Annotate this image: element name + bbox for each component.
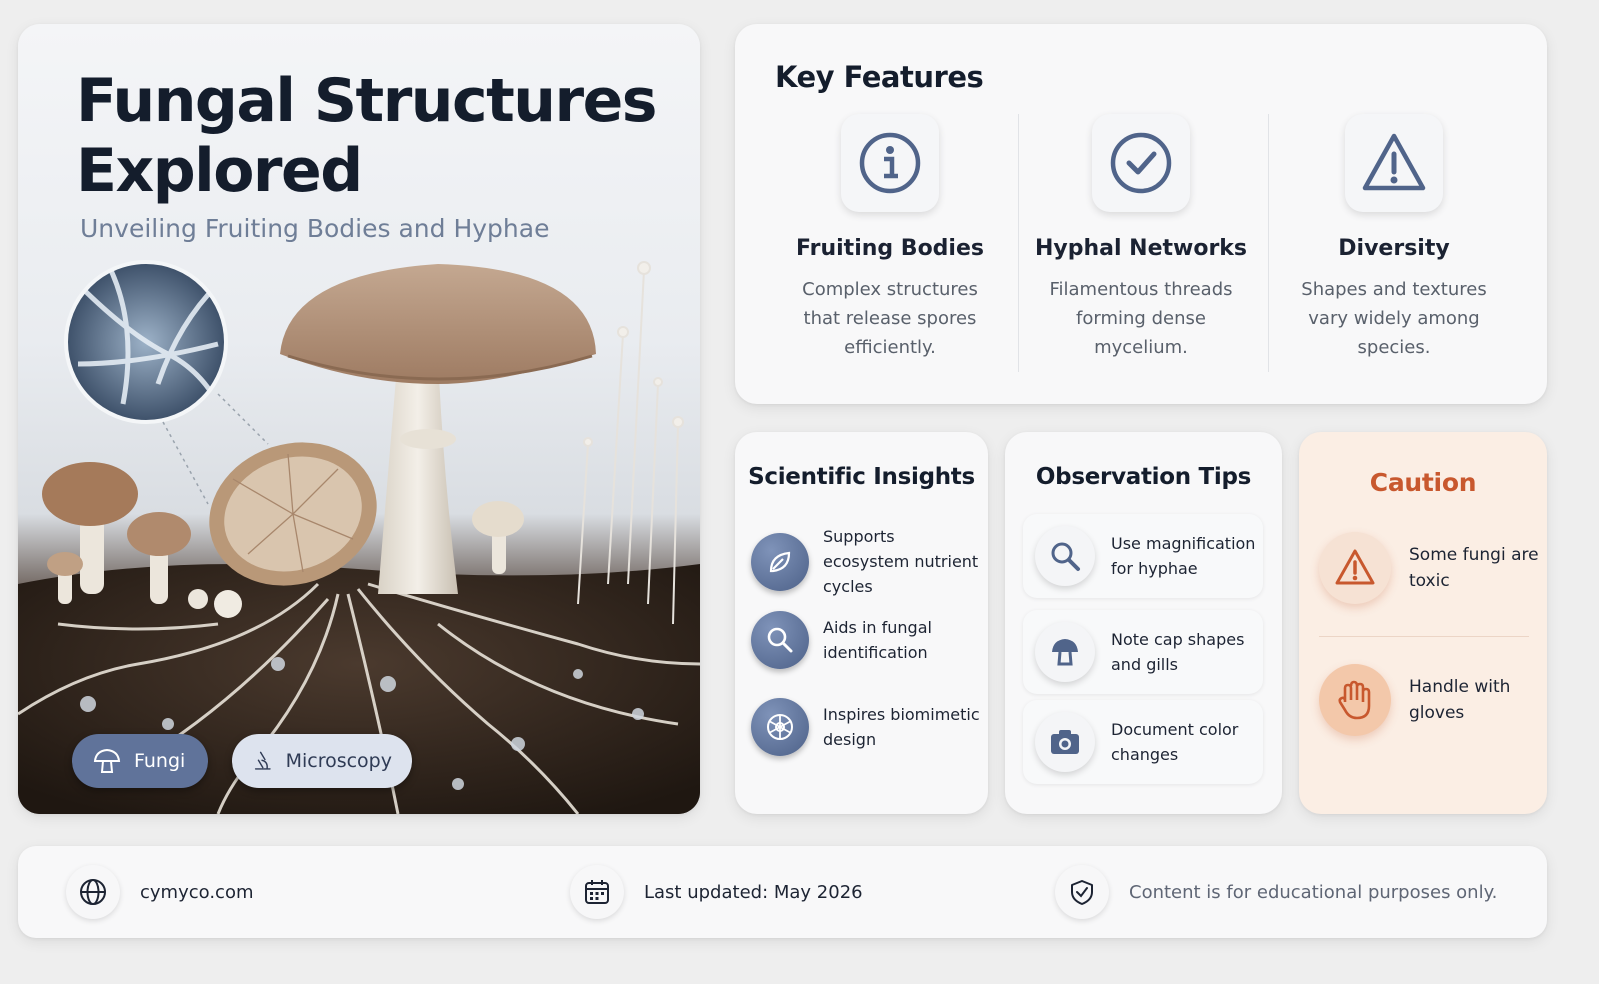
- footer-website[interactable]: cymyco.com: [66, 864, 254, 920]
- globe-icon: [66, 865, 120, 919]
- shield-check-icon: [1055, 865, 1109, 919]
- insight-item: Aids in fungal identification: [751, 611, 981, 669]
- warning-icon: [1345, 114, 1443, 212]
- footer-updated: Last updated: May 2026: [570, 864, 863, 920]
- key-features-card: Key Features Fruiting Bodies Complex str…: [735, 24, 1547, 404]
- tag-microscopy[interactable]: Microscopy: [232, 734, 412, 788]
- feature-diversity: Diversity Shapes and textures vary widel…: [1269, 114, 1519, 362]
- tip-text: Note cap shapes and gills: [1111, 630, 1245, 674]
- insight-item: Inspires biomimetic design: [751, 698, 981, 756]
- insight-item: Supports ecosystem nutrient cycles: [751, 524, 981, 599]
- scientific-insights-heading: Scientific Insights: [748, 464, 975, 490]
- tag-label: Fungi: [134, 750, 186, 772]
- feature-text: Shapes and textures vary widely among sp…: [1301, 279, 1487, 358]
- observation-tips-heading: Observation Tips: [1035, 464, 1252, 490]
- last-updated-text: Last updated: May 2026: [644, 881, 863, 903]
- search-icon: [751, 611, 809, 669]
- mushroom-icon: [93, 748, 121, 773]
- microscope-icon: [254, 751, 271, 770]
- leaf-icon: [751, 532, 809, 591]
- tip-item: Use magnification for hyphae: [1023, 514, 1263, 598]
- calendar-icon: [570, 865, 624, 919]
- caution-item: Some fungi are toxic: [1319, 532, 1539, 604]
- tag-label: Microscopy: [285, 750, 392, 772]
- check-circle-icon: [1092, 114, 1190, 212]
- insight-text: Aids in fungal identification: [823, 618, 932, 662]
- hero-card: Fungal Structures Explored Unveiling Fru…: [18, 24, 700, 814]
- insight-text: Supports ecosystem nutrient cycles: [823, 527, 979, 596]
- disclaimer-text: Content is for educational purposes only…: [1129, 881, 1498, 903]
- website-link[interactable]: cymyco.com: [140, 882, 254, 903]
- caution-heading: Caution: [1369, 468, 1477, 497]
- caution-text: Some fungi are toxic: [1409, 545, 1539, 591]
- caution-card: Caution Some fungi are toxic Handle with…: [1299, 432, 1547, 814]
- page-title: Fungal Structures Explored: [76, 66, 657, 206]
- info-icon: [841, 114, 939, 212]
- page-subtitle: Unveiling Fruiting Bodies and Hyphae: [80, 214, 550, 243]
- feature-text: Filamentous threads forming dense myceli…: [1049, 279, 1233, 358]
- key-features-heading: Key Features: [775, 60, 984, 94]
- magnifier-icon: [1035, 526, 1095, 586]
- footer-bar: cymyco.com Last updated: May 2026 Conten…: [18, 846, 1547, 938]
- insight-text: Inspires biomimetic design: [823, 705, 980, 749]
- tip-item: Note cap shapes and gills: [1023, 610, 1263, 694]
- tag-fungi[interactable]: Fungi: [72, 734, 208, 788]
- tip-text: Use magnification for hyphae: [1111, 534, 1256, 578]
- tip-item: Document color changes: [1023, 700, 1263, 784]
- caution-text: Handle with gloves: [1409, 677, 1511, 723]
- footer-disclaimer: Content is for educational purposes only…: [1055, 864, 1497, 920]
- network-icon: [751, 698, 809, 756]
- feature-title: Fruiting Bodies: [796, 236, 984, 261]
- warning-icon: [1319, 532, 1391, 604]
- hand-icon: [1319, 664, 1391, 736]
- divider: [1319, 636, 1529, 637]
- feature-text: Complex structures that release spores e…: [802, 279, 978, 358]
- feature-hyphal-networks: Hyphal Networks Filamentous threads form…: [1016, 114, 1266, 362]
- feature-title: Hyphal Networks: [1034, 236, 1248, 261]
- scientific-insights-card: Scientific Insights Supports ecosystem n…: [735, 432, 988, 814]
- tip-text: Document color changes: [1111, 720, 1239, 764]
- mushroom-icon: [1035, 622, 1095, 682]
- camera-icon: [1035, 712, 1095, 772]
- feature-fruiting-bodies: Fruiting Bodies Complex structures that …: [765, 114, 1015, 362]
- observation-tips-card: Observation Tips Use magnification for h…: [1005, 432, 1282, 814]
- caution-item: Handle with gloves: [1319, 664, 1539, 736]
- feature-title: Diversity: [1338, 236, 1450, 261]
